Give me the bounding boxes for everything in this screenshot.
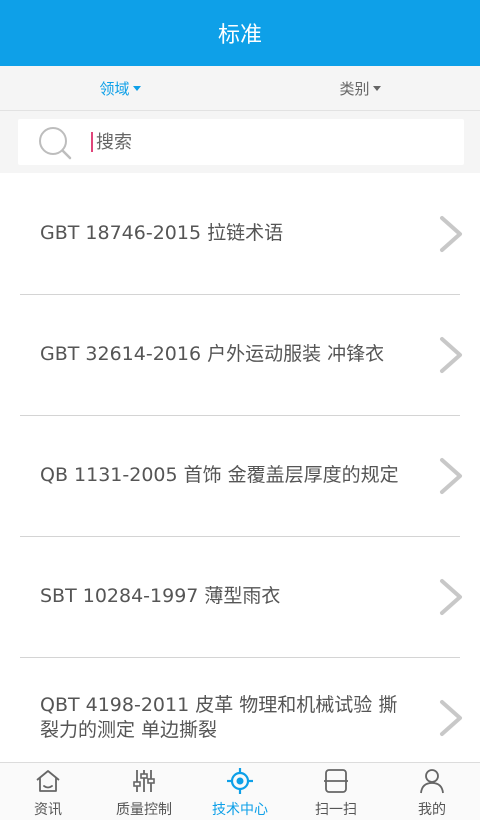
app-header: 标准 <box>0 0 480 66</box>
caret-down-icon <box>132 85 141 91</box>
tab-tech-center[interactable]: 技术中心 <box>192 763 288 820</box>
caret-down-icon <box>372 85 381 91</box>
filter-domain-dropdown[interactable]: 领域 <box>0 66 240 110</box>
tab-news[interactable]: 资讯 <box>0 763 96 820</box>
filter-bar: 领域 类别 <box>0 66 480 111</box>
search-input[interactable] <box>96 119 456 165</box>
tab-label: 扫一扫 <box>315 802 357 818</box>
chevron-right-icon <box>440 215 462 252</box>
target-icon <box>227 768 253 794</box>
sliders-icon <box>133 770 155 792</box>
tab-label: 资讯 <box>34 802 62 818</box>
search-area <box>0 111 480 173</box>
chevron-right-icon <box>440 699 462 736</box>
list-item[interactable]: SBT 10284-1997 薄型雨衣 <box>0 536 480 657</box>
chevron-right-icon <box>440 336 462 373</box>
chevron-right-icon <box>440 457 462 494</box>
standard-title: QBT 4198-2011 皮革 物理和机械试验 撕裂力的测定 单边撕裂 <box>40 693 398 741</box>
tab-label: 技术中心 <box>212 802 268 818</box>
home-icon <box>36 770 60 792</box>
list-item[interactable]: QB 1131-2005 首饰 金覆盖层厚度的规定 <box>0 415 480 536</box>
tab-quality-control[interactable]: 质量控制 <box>96 763 192 820</box>
list-item[interactable]: QBT 4198-2011 皮革 物理和机械试验 撕裂力的测定 单边撕裂 <box>0 657 480 778</box>
standards-list: GBT 18746-2015 拉链术语 GBT 32614-2016 户外运动服… <box>0 173 480 778</box>
filter-domain-label: 领域 <box>99 79 130 98</box>
list-item[interactable]: GBT 32614-2016 户外运动服装 冲锋衣 <box>0 294 480 415</box>
search-icon <box>39 127 72 160</box>
standard-title: GBT 32614-2016 户外运动服装 冲锋衣 <box>40 343 385 365</box>
standard-title: GBT 18746-2015 拉链术语 <box>40 222 284 244</box>
search-box[interactable] <box>18 119 464 165</box>
page-title: 标准 <box>217 23 262 48</box>
scan-icon <box>324 769 348 793</box>
standard-title: QB 1131-2005 首饰 金覆盖层厚度的规定 <box>40 464 399 486</box>
bottom-tab-bar: 资讯 质量控制 技术中心 扫一扫 我的 <box>0 762 480 820</box>
chevron-right-icon <box>440 578 462 615</box>
list-item[interactable]: GBT 18746-2015 拉链术语 <box>0 173 480 294</box>
tab-scan[interactable]: 扫一扫 <box>288 763 384 820</box>
tab-label: 我的 <box>418 802 446 818</box>
filter-category-dropdown[interactable]: 类别 <box>240 66 480 110</box>
filter-category-label: 类别 <box>339 79 370 98</box>
tab-label: 质量控制 <box>116 802 172 818</box>
user-icon <box>420 769 444 794</box>
tab-mine[interactable]: 我的 <box>384 763 480 820</box>
text-cursor <box>91 132 93 152</box>
standard-title: SBT 10284-1997 薄型雨衣 <box>40 585 281 607</box>
